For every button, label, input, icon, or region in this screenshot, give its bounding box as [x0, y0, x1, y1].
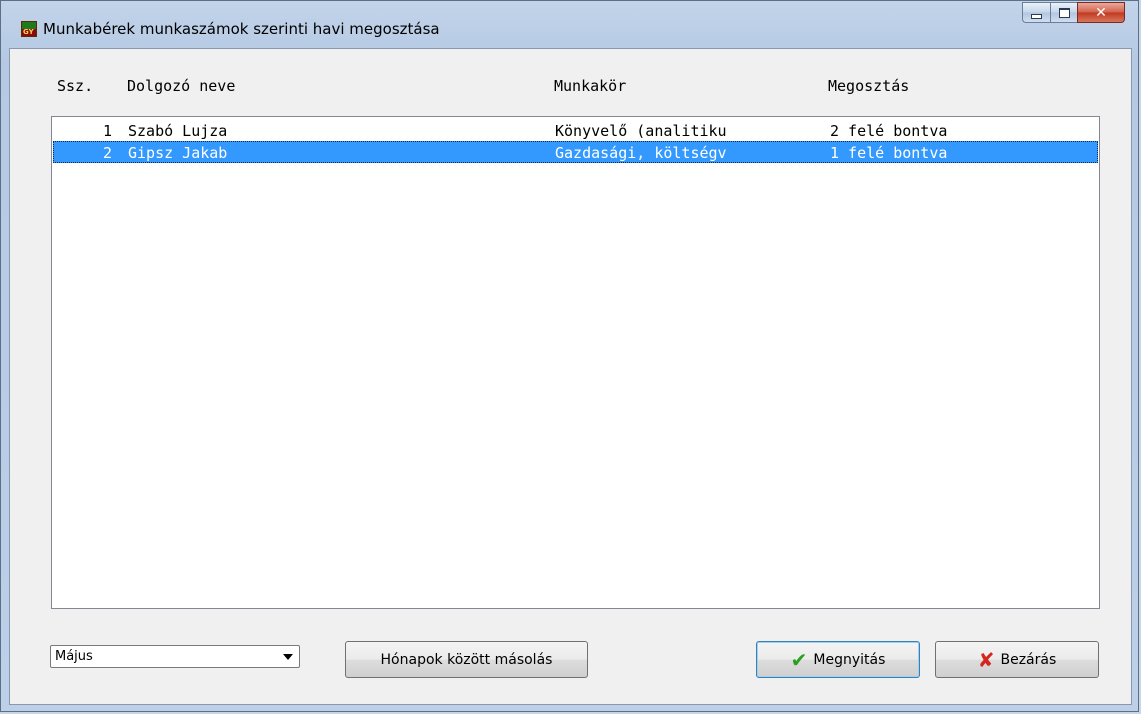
- dropdown-arrow-icon[interactable]: [283, 654, 293, 660]
- column-header-ssz: Ssz.: [57, 77, 94, 95]
- dialog-client-area: Ssz. Dolgozó neve Munkakör Megosztás 1 S…: [9, 48, 1132, 705]
- row-number: 2: [103, 144, 113, 162]
- column-header-split: Megosztás: [828, 77, 910, 95]
- row-job: Gazdasági, költségv: [555, 144, 727, 162]
- row-name: Gipsz Jakab: [128, 144, 228, 162]
- minimize-icon: [1031, 14, 1042, 19]
- close-button[interactable]: ✘ Bezárás: [935, 641, 1099, 678]
- window-title: Munkabérek munkaszámok szerinti havi meg…: [43, 20, 440, 38]
- app-icon: GY: [21, 21, 37, 37]
- open-button-label: Megnyitás: [813, 651, 886, 668]
- month-select[interactable]: Május: [50, 645, 300, 668]
- maximize-icon: [1058, 7, 1070, 18]
- dialog-window: GY Munkabérek munkaszámok szerinti havi …: [0, 0, 1139, 712]
- list-item[interactable]: 1 Szabó Lujza Könyvelő (analitiku 2 felé…: [53, 119, 1098, 141]
- list-item-selected[interactable]: 2 Gipsz Jakab Gazdasági, költségv 1 felé…: [53, 141, 1098, 163]
- minimize-button[interactable]: [1022, 2, 1050, 23]
- copy-months-label: Hónapok között másolás: [380, 651, 553, 668]
- month-select-value: Május: [55, 649, 93, 664]
- employee-listbox[interactable]: 1 Szabó Lujza Könyvelő (analitiku 2 felé…: [51, 116, 1100, 609]
- close-icon: ✕: [1095, 4, 1107, 21]
- row-job: Könyvelő (analitiku: [555, 122, 727, 140]
- close-button-label: Bezárás: [1000, 651, 1057, 668]
- row-name: Szabó Lujza: [128, 122, 228, 140]
- column-header-name: Dolgozó neve: [127, 77, 236, 95]
- caption-buttons: ✕: [1022, 2, 1125, 24]
- row-split: 2 felé bontva: [830, 122, 948, 140]
- app-icon-text: GY: [23, 28, 34, 36]
- maximize-button[interactable]: [1050, 2, 1077, 23]
- column-header-job: Munkakör: [554, 77, 627, 95]
- row-number: 1: [103, 122, 113, 140]
- row-split: 1 felé bontva: [830, 144, 948, 162]
- cross-icon: ✘: [977, 647, 995, 672]
- window-close-button[interactable]: ✕: [1077, 2, 1125, 23]
- title-bar[interactable]: GY Munkabérek munkaszámok szerinti havi …: [1, 1, 1138, 48]
- copy-months-button[interactable]: Hónapok között másolás: [345, 641, 588, 678]
- open-button[interactable]: ✔ Megnyitás: [756, 641, 920, 678]
- check-icon: ✔: [790, 647, 808, 672]
